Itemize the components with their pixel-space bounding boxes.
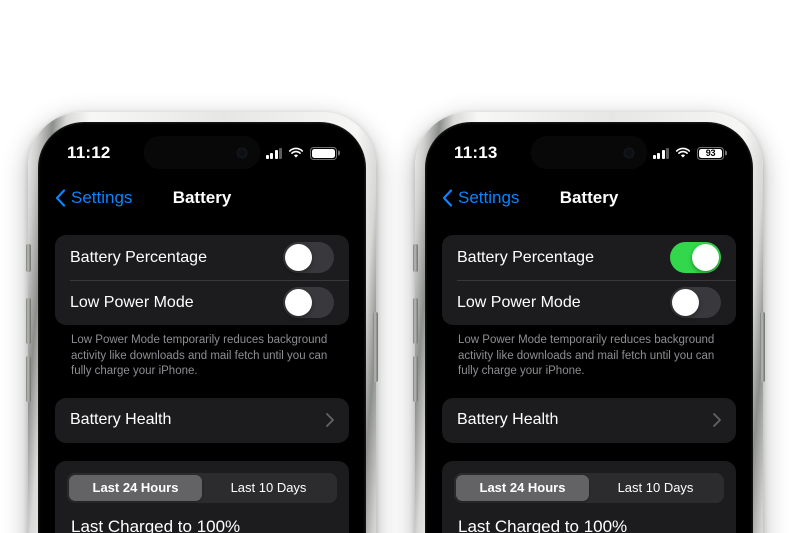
chevron-right-icon [326, 413, 334, 427]
battery-percentage-toggle[interactable] [283, 242, 334, 273]
phone-screen-left: 11:12 Settings Battery Battery Percentag… [41, 125, 363, 533]
navigation-bar: Settings Battery [41, 177, 363, 219]
status-time: 11:13 [454, 143, 498, 162]
battery-full-icon: 93 [697, 146, 724, 160]
action-button[interactable] [413, 244, 418, 272]
row-low-power-mode[interactable]: Low Power Mode [442, 280, 736, 325]
row-label: Battery Percentage [70, 248, 207, 266]
row-battery-percentage[interactable]: Battery Percentage [55, 235, 349, 280]
status-bar: 11:12 [41, 125, 363, 177]
back-to-settings-button[interactable]: Settings [55, 188, 132, 208]
toggle-knob [285, 289, 312, 316]
back-to-settings-button[interactable]: Settings [442, 188, 519, 208]
status-time: 11:12 [67, 143, 111, 162]
battery-health-card: Battery Health [442, 397, 736, 443]
cellular-bars-icon [265, 147, 282, 159]
last-charged-block: Last Charged to 100% 2h ago [454, 503, 724, 533]
low-power-mode-footnote: Low Power Mode temporarily reduces backg… [71, 334, 328, 378]
status-bar: 11:13 93 [428, 125, 750, 177]
battery-health-card: Battery Health [55, 397, 349, 443]
phone-right: 11:13 93 Settings Battery Battery Percen… [413, 112, 765, 533]
last-charged-block: Last Charged to 100% 2h ago [67, 503, 337, 533]
action-button[interactable] [26, 244, 31, 272]
segment-last-10-days[interactable]: Last 10 Days [589, 475, 722, 501]
usage-range-segmented-control[interactable]: Last 24 Hours Last 10 Days [67, 472, 337, 503]
wifi-icon [675, 147, 691, 158]
phone-left: 11:12 Settings Battery Battery Percentag… [26, 112, 378, 533]
chevron-left-icon [55, 189, 66, 207]
battery-settings-card: Battery Percentage Low Power Mode [55, 235, 349, 325]
segment-last-10-days[interactable]: Last 10 Days [202, 475, 335, 501]
battery-usage-card: Last 24 Hours Last 10 Days Last Charged … [55, 460, 349, 533]
phone-bezel: 11:13 93 Settings Battery Battery Percen… [425, 122, 753, 533]
row-label: Battery Health [70, 411, 172, 429]
row-low-power-mode[interactable]: Low Power Mode [55, 280, 349, 325]
chevron-left-icon [442, 189, 453, 207]
row-label: Battery Percentage [457, 248, 594, 266]
low-power-mode-toggle[interactable] [670, 287, 721, 318]
row-battery-health[interactable]: Battery Health [55, 398, 349, 443]
last-charged-title: Last Charged to 100% [458, 516, 628, 533]
power-button[interactable] [373, 312, 378, 382]
low-power-mode-toggle[interactable] [283, 287, 334, 318]
toggle-knob [285, 244, 312, 271]
volume-down-button[interactable] [413, 356, 418, 402]
row-battery-health[interactable]: Battery Health [442, 398, 736, 443]
last-charged-title: Last Charged to 100% [71, 516, 241, 533]
back-label: Settings [458, 188, 520, 207]
settings-content: Battery Percentage Low Power Mode Low Po… [41, 219, 363, 533]
chevron-right-icon [713, 413, 721, 427]
volume-up-button[interactable] [26, 298, 31, 344]
wifi-icon [288, 147, 304, 158]
status-icons [265, 143, 337, 160]
navigation-bar: Settings Battery [428, 177, 750, 219]
volume-down-button[interactable] [26, 356, 31, 402]
toggle-knob [672, 289, 699, 316]
back-label: Settings [71, 188, 133, 207]
volume-up-button[interactable] [413, 298, 418, 344]
low-power-mode-footnote: Low Power Mode temporarily reduces backg… [458, 334, 715, 378]
status-icons: 93 [652, 143, 724, 160]
screenshot-stage: 11:12 Settings Battery Battery Percentag… [0, 0, 800, 533]
battery-usage-card: Last 24 Hours Last 10 Days Last Charged … [442, 460, 736, 533]
battery-percentage-label: 93 [705, 148, 716, 158]
row-label: Low Power Mode [70, 293, 194, 311]
phone-bezel: 11:12 Settings Battery Battery Percentag… [38, 122, 366, 533]
settings-content: Battery Percentage Low Power Mode Low Po… [428, 219, 750, 533]
battery-percentage-toggle[interactable] [670, 242, 721, 273]
cellular-bars-icon [652, 147, 669, 159]
toggle-knob [692, 244, 719, 271]
phone-screen-right: 11:13 93 Settings Battery Battery Percen… [428, 125, 750, 533]
battery-settings-card: Battery Percentage Low Power Mode [442, 235, 736, 325]
row-label: Low Power Mode [457, 293, 581, 311]
usage-range-segmented-control[interactable]: Last 24 Hours Last 10 Days [454, 472, 724, 503]
segment-last-24-hours[interactable]: Last 24 Hours [456, 474, 589, 501]
battery-full-icon [310, 146, 337, 160]
row-label: Battery Health [457, 411, 559, 429]
segment-last-24-hours[interactable]: Last 24 Hours [69, 474, 202, 501]
power-button[interactable] [760, 312, 765, 382]
row-battery-percentage[interactable]: Battery Percentage [442, 235, 736, 280]
